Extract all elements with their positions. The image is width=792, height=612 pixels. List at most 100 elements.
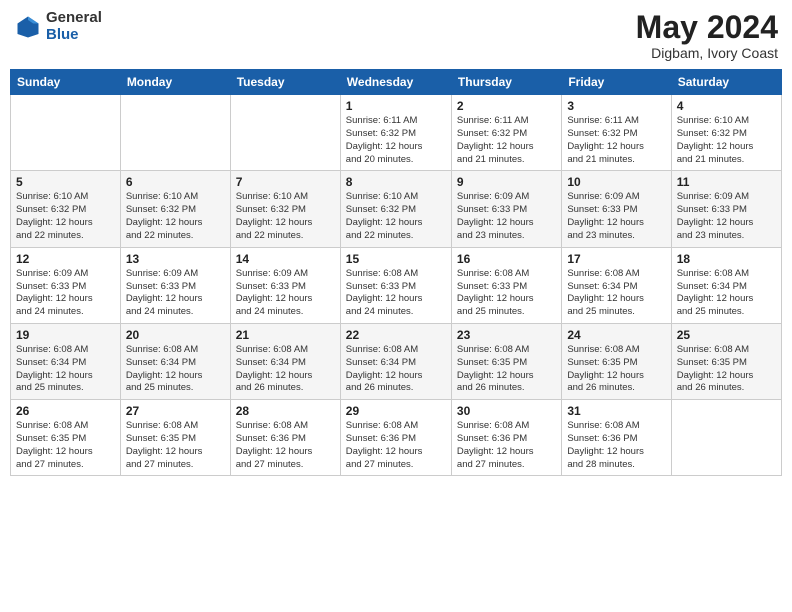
calendar-cell: 9Sunrise: 6:09 AM Sunset: 6:33 PM Daylig… bbox=[451, 171, 561, 247]
calendar-cell: 28Sunrise: 6:08 AM Sunset: 6:36 PM Dayli… bbox=[230, 400, 340, 476]
calendar-cell: 6 Sunrise: 6:10 AM Sunset: 6:32 PM Daylig… bbox=[120, 171, 230, 247]
calendar-cell: 8 Sunrise: 6:10 AM Sunset: 6:32 PM Daylig… bbox=[340, 171, 451, 247]
day-info: Sunrise: 6:08 AM Sunset: 6:35 PM Dayligh… bbox=[457, 344, 556, 395]
day-info: Sunrise: 6:08 AM Sunset: 6:34 PM Dayligh… bbox=[567, 268, 665, 319]
day-info: Sunrise: 6:08 AM Sunset: 6:35 PM Dayligh… bbox=[567, 344, 665, 395]
day-number: 23 bbox=[457, 328, 556, 342]
logo-text: General Blue bbox=[46, 10, 102, 43]
day-number: 2 bbox=[457, 99, 556, 113]
calendar-cell: 27 Sunrise: 6:08 AM Sunset: 6:35 PM Dayli… bbox=[120, 400, 230, 476]
day-number: 26 bbox=[16, 404, 115, 418]
day-info: Sunrise: 6:10 AM Sunset: 6:32 PM Dayligh… bbox=[16, 191, 115, 242]
calendar-table: SundayMondayTuesdayWednesdayThursdayFrid… bbox=[10, 69, 782, 476]
day-number: 13 bbox=[126, 252, 225, 266]
calendar-cell: 25Sunrise: 6:08 AM Sunset: 6:35 PM Dayli… bbox=[671, 323, 781, 399]
title-block: May 2024 Digbam, Ivory Coast bbox=[636, 10, 778, 61]
calendar-cell bbox=[671, 400, 781, 476]
day-number: 7 bbox=[236, 175, 335, 189]
calendar-cell: 4 Sunrise: 6:10 AM Sunset: 6:32 PM Daylig… bbox=[671, 95, 781, 171]
calendar-cell: 10 Sunrise: 6:09 AM Sunset: 6:33 PM Dayli… bbox=[562, 171, 671, 247]
calendar-cell: 18 Sunrise: 6:08 AM Sunset: 6:34 PM Dayli… bbox=[671, 247, 781, 323]
day-number: 3 bbox=[567, 99, 665, 113]
day-number: 8 bbox=[346, 175, 446, 189]
calendar-cell: 12Sunrise: 6:09 AM Sunset: 6:33 PM Dayli… bbox=[11, 247, 121, 323]
day-info: Sunrise: 6:08 AM Sunset: 6:33 PM Dayligh… bbox=[457, 268, 556, 319]
calendar-week-4: 19Sunrise: 6:08 AM Sunset: 6:34 PM Dayli… bbox=[11, 323, 782, 399]
day-info: Sunrise: 6:08 AM Sunset: 6:34 PM Dayligh… bbox=[677, 268, 776, 319]
day-info: Sunrise: 6:09 AM Sunset: 6:33 PM Dayligh… bbox=[126, 268, 225, 319]
weekday-header-tuesday: Tuesday bbox=[230, 70, 340, 95]
calendar-week-5: 26 Sunrise: 6:08 AM Sunset: 6:35 PM Dayli… bbox=[11, 400, 782, 476]
weekday-header-thursday: Thursday bbox=[451, 70, 561, 95]
calendar-cell: 23 Sunrise: 6:08 AM Sunset: 6:35 PM Dayli… bbox=[451, 323, 561, 399]
day-info: Sunrise: 6:08 AM Sunset: 6:36 PM Dayligh… bbox=[567, 420, 665, 471]
day-info: Sunrise: 6:08 AM Sunset: 6:34 PM Dayligh… bbox=[16, 344, 115, 395]
day-number: 1 bbox=[346, 99, 446, 113]
day-info: Sunrise: 6:10 AM Sunset: 6:32 PM Dayligh… bbox=[236, 191, 335, 242]
calendar-cell: 21 Sunrise: 6:08 AM Sunset: 6:34 PM Dayli… bbox=[230, 323, 340, 399]
weekday-header-wednesday: Wednesday bbox=[340, 70, 451, 95]
day-number: 22 bbox=[346, 328, 446, 342]
calendar-cell: 7 Sunrise: 6:10 AM Sunset: 6:32 PM Daylig… bbox=[230, 171, 340, 247]
day-number: 18 bbox=[677, 252, 776, 266]
day-info: Sunrise: 6:11 AM Sunset: 6:32 PM Dayligh… bbox=[346, 115, 446, 166]
page-header: General Blue May 2024 Digbam, Ivory Coas… bbox=[10, 10, 782, 61]
day-info: Sunrise: 6:09 AM Sunset: 6:33 PM Dayligh… bbox=[567, 191, 665, 242]
weekday-header-sunday: Sunday bbox=[11, 70, 121, 95]
day-number: 17 bbox=[567, 252, 665, 266]
weekday-header-row: SundayMondayTuesdayWednesdayThursdayFrid… bbox=[11, 70, 782, 95]
day-info: Sunrise: 6:08 AM Sunset: 6:36 PM Dayligh… bbox=[457, 420, 556, 471]
logo-general-text: General bbox=[46, 10, 102, 27]
weekday-header-friday: Friday bbox=[562, 70, 671, 95]
day-info: Sunrise: 6:09 AM Sunset: 6:33 PM Dayligh… bbox=[677, 191, 776, 242]
calendar-cell: 14Sunrise: 6:09 AM Sunset: 6:33 PM Dayli… bbox=[230, 247, 340, 323]
day-number: 31 bbox=[567, 404, 665, 418]
day-number: 29 bbox=[346, 404, 446, 418]
day-info: Sunrise: 6:08 AM Sunset: 6:34 PM Dayligh… bbox=[236, 344, 335, 395]
day-number: 27 bbox=[126, 404, 225, 418]
day-number: 6 bbox=[126, 175, 225, 189]
day-number: 9 bbox=[457, 175, 556, 189]
location: Digbam, Ivory Coast bbox=[636, 45, 778, 61]
day-info: Sunrise: 6:10 AM Sunset: 6:32 PM Dayligh… bbox=[346, 191, 446, 242]
day-number: 11 bbox=[677, 175, 776, 189]
calendar-week-1: 1 Sunrise: 6:11 AM Sunset: 6:32 PM Daylig… bbox=[11, 95, 782, 171]
day-info: Sunrise: 6:10 AM Sunset: 6:32 PM Dayligh… bbox=[677, 115, 776, 166]
day-info: Sunrise: 6:09 AM Sunset: 6:33 PM Dayligh… bbox=[16, 268, 115, 319]
day-number: 10 bbox=[567, 175, 665, 189]
calendar-week-2: 5Sunrise: 6:10 AM Sunset: 6:32 PM Daylig… bbox=[11, 171, 782, 247]
weekday-header-monday: Monday bbox=[120, 70, 230, 95]
calendar-cell: 31 Sunrise: 6:08 AM Sunset: 6:36 PM Dayli… bbox=[562, 400, 671, 476]
day-info: Sunrise: 6:08 AM Sunset: 6:36 PM Dayligh… bbox=[236, 420, 335, 471]
calendar-cell: 17 Sunrise: 6:08 AM Sunset: 6:34 PM Dayli… bbox=[562, 247, 671, 323]
day-info: Sunrise: 6:10 AM Sunset: 6:32 PM Dayligh… bbox=[126, 191, 225, 242]
calendar-cell: 15Sunrise: 6:08 AM Sunset: 6:33 PM Dayli… bbox=[340, 247, 451, 323]
day-number: 21 bbox=[236, 328, 335, 342]
day-number: 30 bbox=[457, 404, 556, 418]
calendar-cell: 30 Sunrise: 6:08 AM Sunset: 6:36 PM Dayli… bbox=[451, 400, 561, 476]
calendar-cell: 26Sunrise: 6:08 AM Sunset: 6:35 PM Dayli… bbox=[11, 400, 121, 476]
day-info: Sunrise: 6:08 AM Sunset: 6:33 PM Dayligh… bbox=[346, 268, 446, 319]
calendar-cell: 3 Sunrise: 6:11 AM Sunset: 6:32 PM Daylig… bbox=[562, 95, 671, 171]
calendar-cell: 1 Sunrise: 6:11 AM Sunset: 6:32 PM Daylig… bbox=[340, 95, 451, 171]
day-number: 16 bbox=[457, 252, 556, 266]
calendar-cell bbox=[230, 95, 340, 171]
day-info: Sunrise: 6:08 AM Sunset: 6:35 PM Dayligh… bbox=[126, 420, 225, 471]
day-number: 24 bbox=[567, 328, 665, 342]
logo-blue-text: Blue bbox=[46, 27, 102, 44]
day-info: Sunrise: 6:11 AM Sunset: 6:32 PM Dayligh… bbox=[457, 115, 556, 166]
calendar-cell: 22Sunrise: 6:08 AM Sunset: 6:34 PM Dayli… bbox=[340, 323, 451, 399]
day-info: Sunrise: 6:11 AM Sunset: 6:32 PM Dayligh… bbox=[567, 115, 665, 166]
day-number: 25 bbox=[677, 328, 776, 342]
day-number: 4 bbox=[677, 99, 776, 113]
day-info: Sunrise: 6:08 AM Sunset: 6:34 PM Dayligh… bbox=[126, 344, 225, 395]
calendar-cell bbox=[120, 95, 230, 171]
weekday-header-saturday: Saturday bbox=[671, 70, 781, 95]
calendar-cell: 16 Sunrise: 6:08 AM Sunset: 6:33 PM Dayli… bbox=[451, 247, 561, 323]
logo-icon bbox=[14, 13, 42, 41]
day-info: Sunrise: 6:09 AM Sunset: 6:33 PM Dayligh… bbox=[236, 268, 335, 319]
calendar-cell: 19Sunrise: 6:08 AM Sunset: 6:34 PM Dayli… bbox=[11, 323, 121, 399]
calendar-cell: 11 Sunrise: 6:09 AM Sunset: 6:33 PM Dayli… bbox=[671, 171, 781, 247]
calendar-cell: 20Sunrise: 6:08 AM Sunset: 6:34 PM Dayli… bbox=[120, 323, 230, 399]
calendar-cell: 29Sunrise: 6:08 AM Sunset: 6:36 PM Dayli… bbox=[340, 400, 451, 476]
